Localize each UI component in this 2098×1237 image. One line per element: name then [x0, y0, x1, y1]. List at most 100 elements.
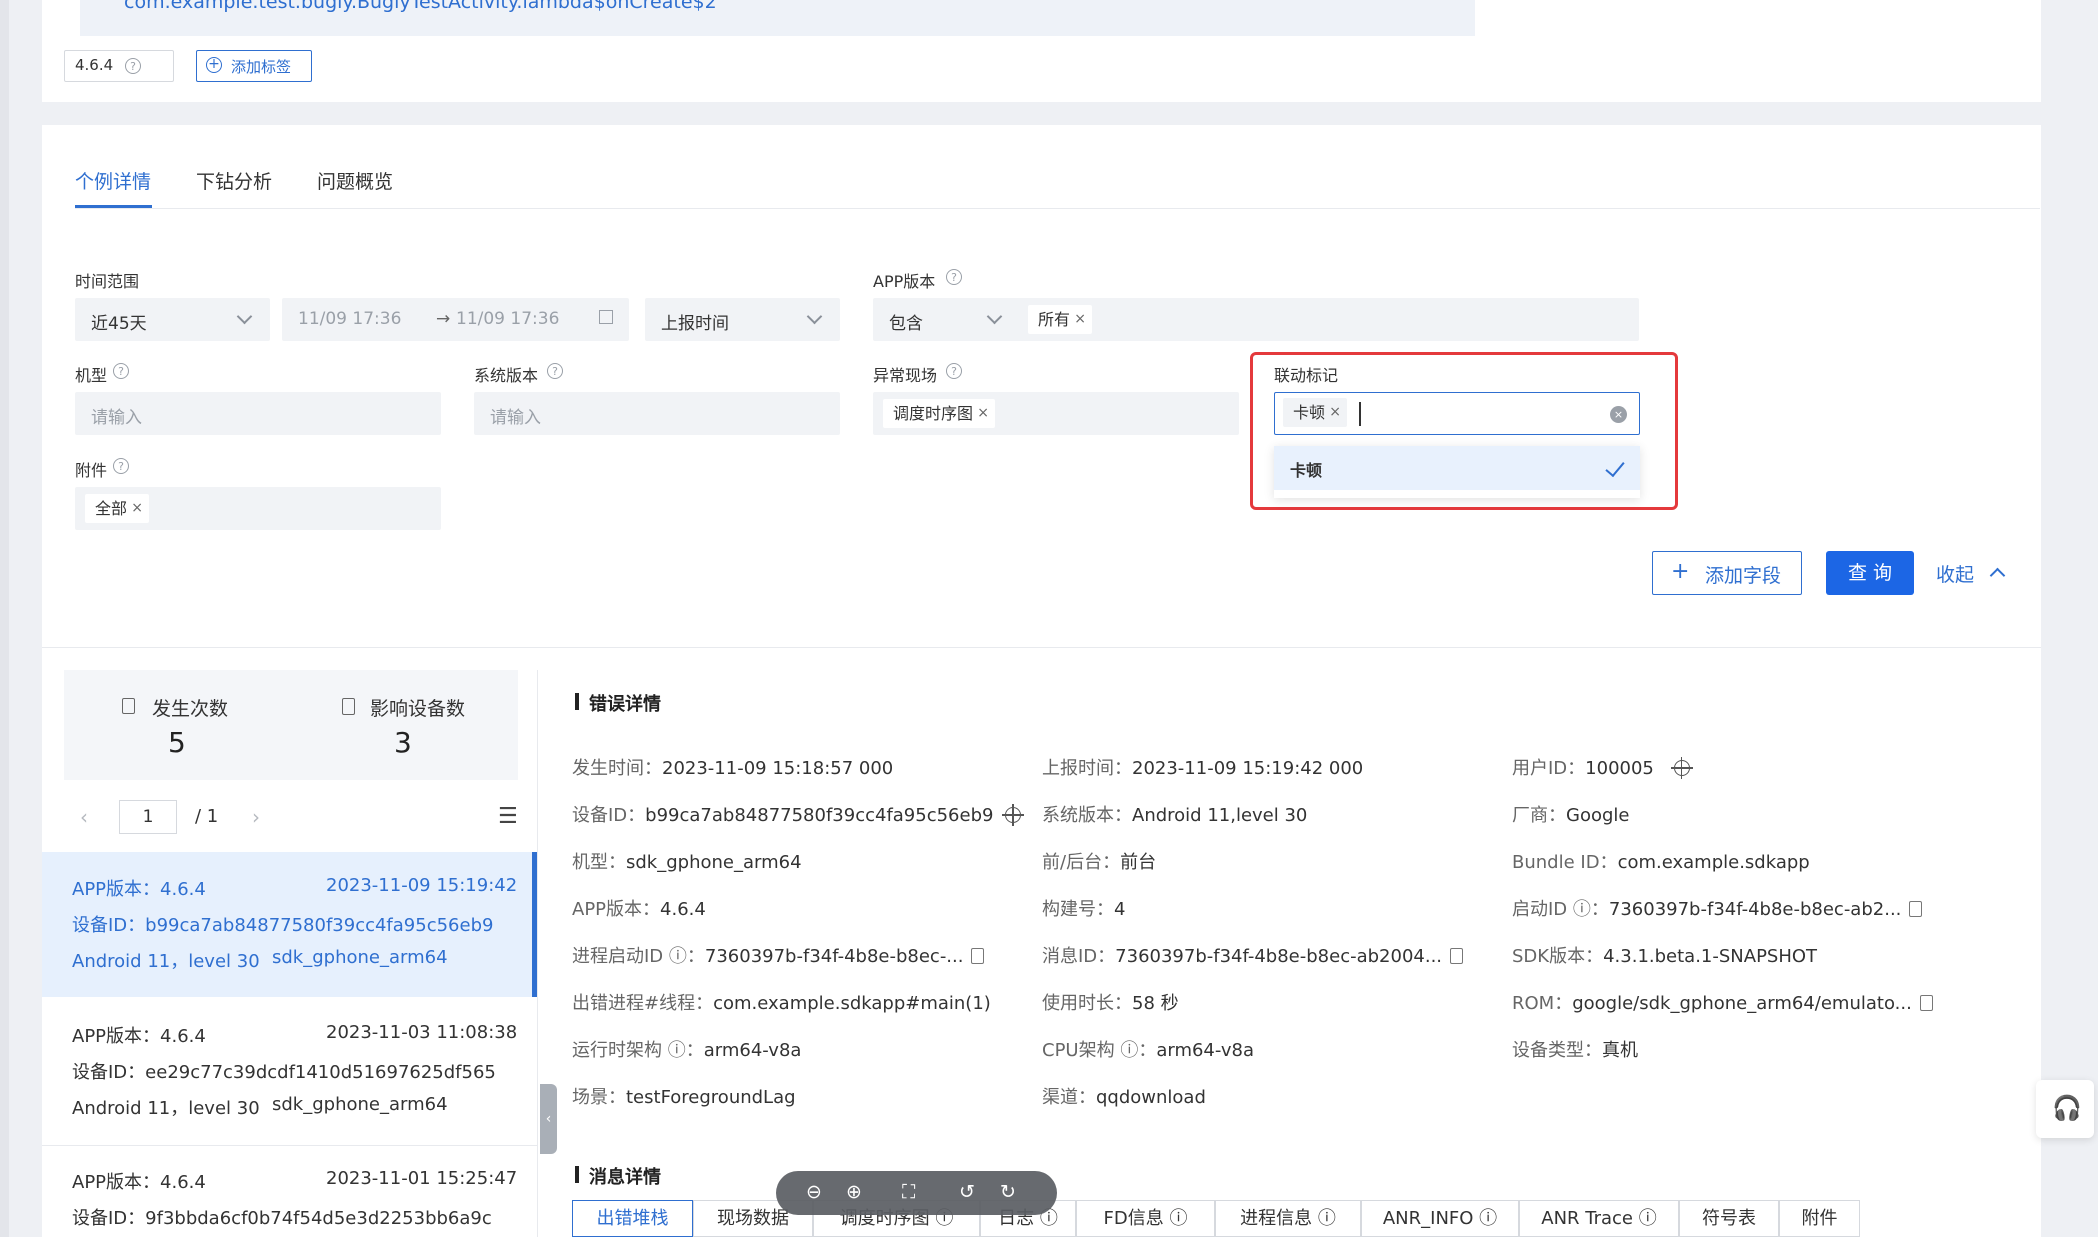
list-item[interactable]: APP版本：4.6.4 2023-11-09 15:19:42 设备ID：b99… [42, 852, 537, 997]
collapse-toggle[interactable]: 收起 [1936, 560, 2006, 587]
model-placeholder: 请输入 [91, 408, 142, 428]
rotate-left-icon[interactable]: ↺ [959, 1181, 975, 1203]
record-device: 设备ID：ee29c77c39dcdf1410d51697625df565 [72, 1062, 496, 1083]
linked-mark-label: 联动标记 [1274, 366, 1339, 385]
exception-scene-select[interactable]: 调度时序图 × [873, 392, 1239, 435]
help-icon: ? [946, 269, 962, 285]
tab-case-detail[interactable]: 个例详情 [75, 167, 151, 194]
help-icon: ? [547, 363, 563, 379]
section-divider [42, 647, 2041, 648]
query-button[interactable]: 查 询 [1826, 551, 1914, 595]
clipboard-icon [122, 698, 135, 714]
dropdown-option[interactable]: 卡顿 [1274, 446, 1640, 490]
detail-user-id: 用户ID：100005 [1512, 754, 1693, 780]
rotate-right-icon[interactable]: ↻ [1000, 1181, 1016, 1203]
record-version: APP版本：4.6.4 [72, 1172, 206, 1193]
model-input[interactable]: 请输入 [75, 392, 441, 435]
record-device: 设备ID：9f3bbda6cf0b74f54d5e3d2253bb6a9c [72, 1208, 492, 1229]
page-total: / 1 [195, 806, 219, 827]
issue-header-card: com.example.test.bugly.BuglyTestActivity… [42, 0, 2041, 102]
attachment-chip-label: 全部 [95, 499, 128, 518]
attachment-select[interactable]: 全部 × [75, 487, 441, 530]
os-version-input[interactable]: 请输入 [474, 392, 840, 435]
close-icon[interactable]: × [131, 494, 143, 523]
detail-launch-id: 启动ID ⓘ：7360397b-f34f-4b8e-b8ec-ab2... [1512, 895, 1923, 921]
attachment-chip[interactable]: 全部 × [85, 494, 150, 523]
detail-vendor: 厂商：Google [1512, 805, 1630, 826]
help-icon: ? [113, 458, 129, 474]
copy-icon[interactable] [1450, 948, 1464, 964]
detail-app-version: APP版本：4.6.4 [572, 899, 706, 920]
add-tag-label: 添加标签 [231, 58, 292, 76]
tab-anr-info[interactable]: ANR_INFO ⓘ [1361, 1200, 1519, 1237]
date-start: 11/09 17:36 [298, 309, 402, 329]
tab-fd-info[interactable]: FD信息 ⓘ [1076, 1200, 1215, 1237]
detail-process-thread: 出错进程#线程：com.example.sdkapp#main(1) [572, 993, 991, 1014]
detail-runtime-arch: 运行时架构 ⓘ：arm64-v8a [572, 1040, 802, 1061]
customer-support-button[interactable]: 🎧 [2036, 1080, 2094, 1138]
tab-overview[interactable]: 问题概览 [317, 167, 393, 194]
exception-scene-chip[interactable]: 调度时序图 × [883, 399, 996, 428]
tab-process-info[interactable]: 进程信息 ⓘ [1215, 1200, 1361, 1237]
prev-page-icon[interactable]: ‹ [80, 805, 88, 829]
collapse-label: 收起 [1936, 564, 1975, 586]
fullscreen-icon[interactable]: ⛶ [902, 1181, 915, 1203]
model-label: 机型 [75, 366, 108, 385]
time-range-label: 时间范围 [75, 272, 140, 291]
linked-mark-chip[interactable]: 卡顿 × [1283, 398, 1348, 427]
app-version-chip[interactable]: 所有 × [1028, 305, 1093, 334]
next-page-icon[interactable]: › [252, 805, 260, 829]
time-preset-select[interactable]: 近45天 [75, 298, 270, 341]
record-time: 2023-11-09 15:19:42 [326, 875, 518, 896]
version-tag-label: 4.6.4 [75, 56, 114, 74]
tab-drilldown[interactable]: 下钻分析 [196, 167, 272, 194]
record-model: sdk_gphone_arm64 [272, 1094, 448, 1115]
tab-attachments[interactable]: 附件 [1779, 1200, 1860, 1237]
add-tag-button[interactable]: + 添加标签 [196, 50, 312, 82]
record-device: 设备ID：b99ca7ab84877580f39cc4fa95c56eb9 [72, 915, 494, 936]
app-version-filter[interactable]: 包含 所有 × [873, 298, 1639, 341]
image-viewer-toolbar: ⊖ ⊕ ⛶ ↺ ↻ [776, 1171, 1057, 1215]
list-menu-icon[interactable]: ☰ [498, 804, 518, 829]
locate-icon[interactable] [1670, 757, 1693, 779]
record-time: 2023-11-01 15:25:47 [326, 1168, 518, 1189]
error-detail-title: 错误详情 [575, 690, 661, 716]
list-item[interactable]: APP版本：4.6.4 2023-11-01 15:25:47 设备ID：9f3… [42, 1146, 537, 1237]
detail-report-time: 上报时间：2023-11-09 15:19:42 000 [1042, 758, 1364, 779]
version-tag[interactable]: 4.6.4 ? [64, 50, 174, 82]
panel-divider [537, 670, 538, 1237]
locate-icon[interactable] [1002, 804, 1025, 826]
tab-error-stack[interactable]: 出错堆栈 [572, 1200, 693, 1237]
zoom-in-icon[interactable]: ⊕ [846, 1181, 862, 1203]
copy-icon[interactable] [1919, 995, 1933, 1011]
tab-symbol-table[interactable]: 符号表 [1679, 1200, 1779, 1237]
plus-icon: + [1671, 559, 1690, 584]
text-cursor [1359, 402, 1361, 426]
zoom-out-icon[interactable]: ⊖ [806, 1181, 822, 1203]
os-version-placeholder: 请输入 [490, 408, 541, 428]
activity-path-bar: com.example.test.bugly.BuglyTestActivity… [80, 0, 1475, 36]
detail-scene: 场景：testForegroundLag [572, 1087, 796, 1108]
detail-cpu-arch: CPU架构 ⓘ：arm64-v8a [1042, 1040, 1255, 1061]
time-type-select[interactable]: 上报时间 [645, 298, 840, 341]
collapse-panel-handle[interactable]: ‹ [540, 1084, 557, 1154]
devices-value: 3 [394, 726, 412, 759]
copy-icon[interactable] [971, 948, 985, 964]
page-input[interactable]: 1 [119, 800, 177, 834]
message-detail-title: 消息详情 [575, 1163, 661, 1189]
close-icon[interactable]: × [977, 399, 989, 428]
detail-rom: ROM：google/sdk_gphone_arm64/emulato... [1512, 989, 1933, 1015]
copy-icon[interactable] [1909, 901, 1923, 917]
linked-mark-select[interactable]: 卡顿 × × [1274, 392, 1640, 435]
list-item[interactable]: APP版本：4.6.4 2023-11-03 11:08:38 设备ID：ee2… [42, 1000, 537, 1145]
plus-circle-icon: + [206, 57, 222, 73]
app-version-label: APP版本 [873, 272, 936, 291]
tab-anr-trace[interactable]: ANR Trace ⓘ [1519, 1200, 1679, 1237]
app-version-operator[interactable]: 包含 [889, 309, 923, 334]
detail-process-launch-id: 进程启动ID ⓘ：7360397b-f34f-4b8e-b8ec-... [572, 942, 985, 968]
date-range-picker[interactable]: 11/09 17:36 → 11/09 17:36 [282, 298, 629, 341]
close-icon[interactable]: × [1329, 398, 1341, 427]
clear-icon[interactable]: × [1610, 406, 1627, 423]
close-icon[interactable]: × [1074, 305, 1086, 334]
add-field-button[interactable]: + 添加字段 [1652, 551, 1802, 595]
